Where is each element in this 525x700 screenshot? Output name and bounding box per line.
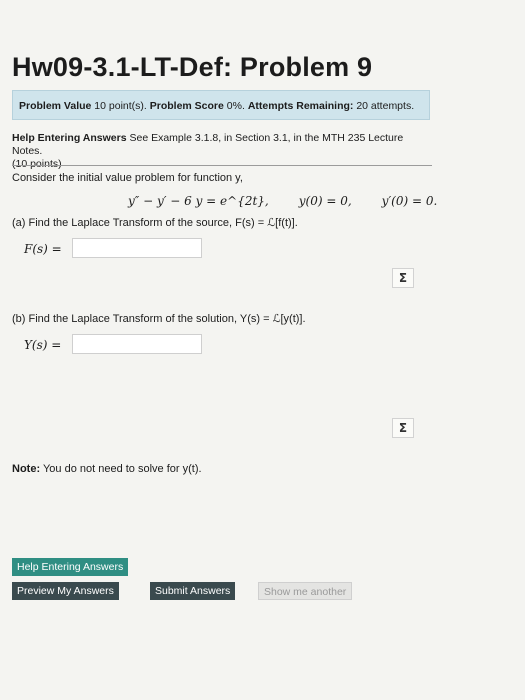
equation-editor-button-b[interactable]: Σ [392, 418, 414, 438]
initial-condition-1: y(0) = 0, [298, 194, 352, 208]
help-entering-answers-button[interactable]: Help Entering Answers [12, 558, 129, 576]
problem-score-label: Problem Score [149, 100, 224, 112]
note-label: Note: [12, 463, 41, 475]
note-text: You do not need to solve for y(t). [42, 463, 202, 475]
note: Note: You do not need to solve for y(t). [12, 463, 202, 475]
problem-score: 0%. [226, 100, 245, 112]
ode-equation: y″ − y′ − 6 y = e^{2t}, y(0) = 0, y′(0) … [128, 194, 458, 208]
part-b-prompt: (b) Find the Laplace Transform of the so… [12, 313, 306, 325]
divider [12, 165, 432, 166]
part-a-label: F(s) = [24, 242, 62, 256]
page-title: Hw09-3.1-LT-Def: Problem 9 [12, 52, 373, 82]
problem-page: Hw09-3.1-LT-Def: Problem 9 Problem Value… [0, 0, 525, 700]
attempts-value: 20 attempts. [356, 100, 415, 112]
problem-value: 10 point(s). [94, 100, 147, 112]
attempts-label: Attempts Remaining: [247, 100, 354, 112]
preview-answers-button[interactable]: Preview My Answers [12, 582, 119, 600]
problem-info-bar: Problem Value 10 point(s). Problem Score… [12, 90, 430, 120]
part-b-label: Y(s) = [24, 338, 62, 352]
show-another-button[interactable]: Show me another [258, 582, 353, 600]
part-a-prompt: (a) Find the Laplace Transform of the so… [12, 217, 298, 229]
help-entering-label: Help Entering Answers [12, 132, 127, 144]
initial-condition-2: y′(0) = 0. [381, 194, 438, 208]
problem-statement: Consider the initial value problem for f… [12, 172, 243, 184]
answer-input-a[interactable] [72, 238, 202, 258]
submit-answers-button[interactable]: Submit Answers [150, 582, 236, 600]
ode-main: y″ − y′ − 6 y = e^{2t}, [128, 194, 269, 208]
equation-editor-button-a[interactable]: Σ [392, 268, 414, 288]
points-label: (10 points) [12, 158, 62, 170]
answer-input-b[interactable] [72, 334, 202, 354]
problem-value-label: Problem Value [19, 100, 92, 112]
